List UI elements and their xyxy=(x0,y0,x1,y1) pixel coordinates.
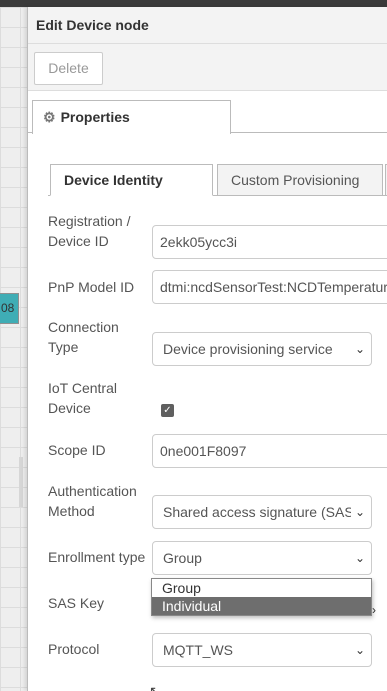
scope-id-label: Scope ID xyxy=(48,442,106,458)
tab-properties-label: Properties xyxy=(60,109,130,125)
canvas-node[interactable]: 08 xyxy=(0,293,19,324)
protocol-label: Protocol xyxy=(48,641,100,657)
chevron-down-icon: ⌄ xyxy=(350,333,365,365)
registration-label: Registration / Device ID xyxy=(48,213,131,249)
tray-resize-handle[interactable] xyxy=(19,457,23,507)
top-bar xyxy=(0,0,387,7)
delete-button[interactable]: Delete xyxy=(34,52,103,85)
chevron-down-icon: ⌄ xyxy=(350,634,365,666)
tab-properties[interactable]: ⚙ Properties xyxy=(32,100,231,134)
tray-tabs: ⚙ Properties xyxy=(28,98,387,134)
tray-title: Edit Device node xyxy=(28,7,387,44)
auth-method-value: Shared access signature (SAS) xyxy=(163,504,359,520)
iot-central-label: IoT Central Device xyxy=(48,380,117,416)
mouse-cursor-icon: ↖ xyxy=(149,683,161,691)
dropdown-option-group[interactable]: Group xyxy=(152,579,371,597)
protocol-select[interactable]: MQTT_WS ⌄ xyxy=(152,633,372,667)
connection-type-value: Device provisioning service xyxy=(163,341,333,357)
tab-custom-provisioning[interactable]: Custom Provisioning xyxy=(217,164,383,196)
scope-id-input[interactable]: 0ne001F8097 xyxy=(152,434,387,468)
protocol-value: MQTT_WS xyxy=(163,642,233,658)
dropdown-option-individual[interactable]: Individual xyxy=(152,597,371,615)
enrollment-type-label: Enrollment type xyxy=(48,549,146,565)
pnp-model-label: PnP Model ID xyxy=(48,279,135,295)
sas-key-label: SAS Key xyxy=(48,595,105,611)
tray-toolbar: Delete xyxy=(28,44,387,91)
iot-central-checkbox[interactable]: ✓ xyxy=(161,404,174,417)
connection-type-select[interactable]: Device provisioning service ⌄ xyxy=(152,332,372,366)
device-tabs: Device Identity Custom Provisioning xyxy=(48,164,387,196)
auth-method-select[interactable]: Shared access signature (SAS) ⌄ xyxy=(152,495,372,529)
enrollment-type-select[interactable]: Group ⌄ xyxy=(152,541,372,575)
flow-canvas[interactable]: 08 xyxy=(0,7,27,691)
gear-icon: ⚙ xyxy=(43,109,56,125)
enrollment-type-dropdown: Group Individual xyxy=(151,578,372,616)
edit-tray: Edit Device node Delete ⚙ Properties Devi… xyxy=(27,7,387,691)
connection-type-label: Connection Type xyxy=(48,319,119,355)
tab-device-identity[interactable]: Device Identity xyxy=(50,164,213,196)
auth-method-label: Authentication Method xyxy=(48,483,137,519)
chevron-down-icon: ⌄ xyxy=(350,542,365,574)
pnp-model-input[interactable]: dtmi:ncdSensorTest:NCDTemperatureHumidit… xyxy=(152,270,387,304)
chevron-right-icon: › xyxy=(372,603,376,617)
chevron-down-icon: ⌄ xyxy=(350,496,365,528)
registration-input[interactable]: 2ekk05ycc3i xyxy=(152,225,387,259)
enrollment-type-value: Group xyxy=(163,550,202,566)
